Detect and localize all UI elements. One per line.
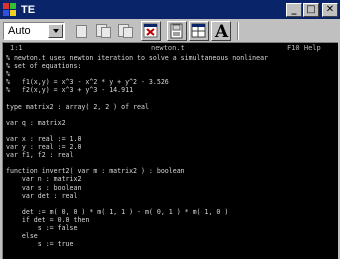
code-line[interactable]: det := m( 0, 0 ) * m( 1, 1 ) - m( 0, 1 )… <box>6 208 338 216</box>
maximize-button[interactable]: □ <box>303 2 319 17</box>
code-line[interactable]: var s : boolean <box>6 184 338 192</box>
close-button[interactable]: ✕ <box>322 2 338 17</box>
code-line[interactable] <box>6 200 338 208</box>
save-button[interactable] <box>167 20 187 41</box>
help-hint: F10 Help <box>287 44 321 52</box>
font-button[interactable]: A <box>211 20 231 42</box>
close-document-icon <box>143 23 158 37</box>
toolbar: Auto A <box>0 19 340 42</box>
mode-select-value: Auto <box>8 24 31 37</box>
app-icon[interactable] <box>3 2 17 17</box>
mode-select[interactable]: Auto <box>3 21 65 40</box>
window-layout-button[interactable] <box>189 20 209 41</box>
code-line[interactable]: % newton.t uses newton iteration to solv… <box>6 54 338 62</box>
copy-document-button[interactable] <box>93 21 113 41</box>
toolbar-divider <box>237 21 239 40</box>
cursor-position: 1:1 <box>10 44 23 52</box>
code-line[interactable] <box>6 94 338 102</box>
code-line[interactable]: s := false <box>6 224 338 232</box>
close-document-button[interactable] <box>141 20 161 41</box>
window-title: TE <box>21 3 36 16</box>
code-line[interactable]: % set of equations: <box>6 62 338 70</box>
code-line[interactable]: else <box>6 232 338 240</box>
code-line[interactable]: % f1(x,y) = x^3 - x^2 * y + y^2 - 3.526 <box>6 78 338 86</box>
code-line[interactable]: if det = 0.0 then <box>6 216 338 224</box>
code-line[interactable]: var f1, f2 : real <box>6 151 338 159</box>
code-line[interactable]: % f2(x,y) = x^3 + y^3 - 14.911 <box>6 86 338 94</box>
code-line[interactable]: function invert2( var m : matrix2 ) : bo… <box>6 167 338 175</box>
paste-document-button[interactable] <box>115 21 135 41</box>
code-line[interactable]: var n : matrix2 <box>6 175 338 183</box>
chevron-down-icon[interactable] <box>48 23 63 38</box>
font-icon: A <box>215 21 229 42</box>
code-line[interactable]: % <box>6 70 338 78</box>
minimize-button[interactable]: _ <box>286 2 302 17</box>
window-layout-icon <box>191 23 206 37</box>
editor-status-line: 1:1 newton.t F10 Help <box>3 43 338 54</box>
file-name: newton.t <box>151 44 185 52</box>
code-line[interactable]: var q : matrix2 <box>6 119 338 127</box>
code-text[interactable]: % newton.t uses newton iteration to solv… <box>3 54 338 256</box>
document-icon <box>76 24 87 38</box>
code-editor[interactable]: 1:1 newton.t F10 Help % newton.t uses ne… <box>2 42 338 259</box>
code-line[interactable]: var x : real := 1.0 <box>6 135 338 143</box>
title-bar[interactable]: TE _ □ ✕ <box>0 0 340 19</box>
code-line[interactable]: var y : real := 2.0 <box>6 143 338 151</box>
code-line[interactable] <box>6 111 338 119</box>
save-icon <box>170 23 183 38</box>
new-document-button[interactable] <box>71 21 91 41</box>
code-line[interactable]: type matrix2 : array( 2, 2 ) of real <box>6 103 338 111</box>
code-line[interactable]: s := true <box>6 240 338 248</box>
code-line[interactable] <box>6 159 338 167</box>
code-line[interactable]: var det : real <box>6 192 338 200</box>
code-line[interactable] <box>6 248 338 256</box>
code-line[interactable] <box>6 127 338 135</box>
